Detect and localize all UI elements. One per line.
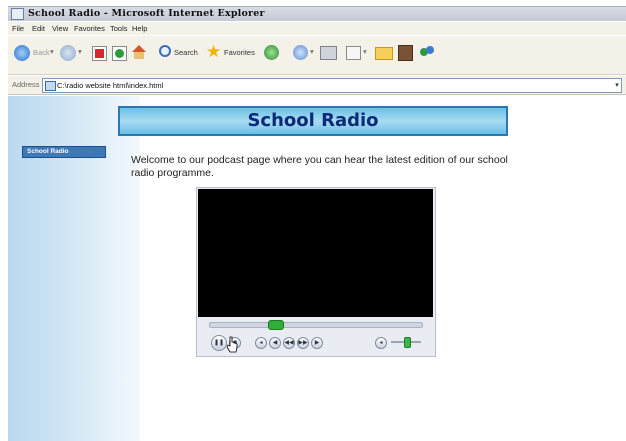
history-dropdown-icon[interactable]: ▾ (310, 47, 314, 57)
volume-button[interactable]: ◂ (375, 337, 387, 349)
address-url[interactable]: C:\radio website html\index.html (57, 80, 163, 91)
folder-icon[interactable] (375, 47, 393, 60)
sidebar-nav-label: School Radio (27, 148, 69, 155)
menu-file[interactable]: File (12, 22, 24, 35)
menu-edit[interactable]: Edit (32, 22, 45, 35)
seek-bar[interactable] (209, 322, 423, 328)
previous-icon: ◀ (272, 340, 278, 346)
home-icon[interactable] (132, 45, 146, 59)
back-arrow-icon[interactable] (14, 45, 30, 61)
window-title-bar[interactable]: School Radio - Microsoft Internet Explor… (8, 6, 626, 21)
sidebar-nav-school-radio[interactable]: School Radio (22, 146, 106, 158)
pause-icon: ❚❚ (213, 340, 225, 346)
back-button-label[interactable]: Back (33, 48, 50, 58)
print-icon[interactable] (320, 46, 337, 60)
fast-forward-button[interactable]: ▶▶ (297, 337, 309, 349)
favorites-star-icon[interactable]: ★ (206, 43, 221, 60)
forward-dropdown-icon[interactable]: ▾ (78, 47, 82, 57)
next-icon: ▶ (314, 340, 320, 346)
menu-favorites[interactable]: Favorites (74, 22, 105, 35)
ie-page-icon (11, 8, 24, 20)
page-icon (45, 81, 56, 91)
address-input[interactable]: C:\radio website html\index.html ▾ (42, 78, 622, 93)
page-banner: School Radio (118, 106, 508, 136)
address-label: Address (12, 80, 40, 89)
rewind-icon: ◀◀ (284, 340, 294, 346)
previous-button[interactable]: ◀ (269, 337, 281, 349)
rewind-button[interactable]: ◀◀ (283, 337, 295, 349)
standard-toolbar: Back ▾ ▾ Search ★ Favorites ▾ ▾ (8, 36, 626, 75)
next-button[interactable]: ▶ (311, 337, 323, 349)
address-dropdown-icon[interactable]: ▾ (613, 80, 621, 91)
video-screen[interactable] (198, 189, 433, 317)
menu-tools[interactable]: Tools (110, 22, 128, 35)
window-title: School Radio - Microsoft Internet Explor… (28, 8, 265, 19)
page-sidebar: School Radio (8, 96, 140, 441)
intro-paragraph: Welcome to our podcast page where you ca… (131, 154, 508, 179)
research-book-icon[interactable] (398, 45, 413, 61)
forward-arrow-icon[interactable] (60, 45, 76, 61)
search-icon[interactable] (159, 45, 171, 57)
menu-help[interactable]: Help (132, 22, 147, 35)
favorites-button-label[interactable]: Favorites (224, 48, 255, 58)
edit-page-icon[interactable] (346, 46, 361, 60)
menu-view[interactable]: View (52, 22, 68, 35)
messenger-icon[interactable] (420, 45, 435, 60)
media-icon[interactable] (264, 45, 279, 60)
edit-dropdown-icon[interactable]: ▾ (363, 47, 367, 57)
back-dropdown-icon[interactable]: ▾ (50, 47, 54, 57)
hand-cursor-icon (226, 336, 238, 353)
mute-left-button[interactable]: ◂ (255, 337, 267, 349)
address-bar: Address C:\radio website html\index.html… (8, 76, 626, 95)
refresh-icon[interactable] (112, 46, 127, 61)
search-button-label[interactable]: Search (174, 48, 198, 58)
media-player: ❚❚ ■ ◂ ◀ ◀◀ ▶▶ ▶ ◂ (196, 187, 436, 357)
fast-forward-icon: ▶▶ (298, 340, 308, 346)
seek-thumb[interactable] (268, 320, 285, 330)
volume-speaker-icon: ◂ (379, 340, 383, 346)
speaker-icon: ◂ (259, 340, 263, 346)
pause-button[interactable]: ❚❚ (211, 335, 227, 351)
volume-slider-thumb[interactable] (403, 337, 411, 348)
history-icon[interactable] (293, 45, 308, 60)
menu-bar: File Edit View Favorites Tools Help (8, 22, 626, 35)
stop-icon[interactable] (92, 46, 107, 61)
page-title: School Radio (247, 110, 379, 131)
